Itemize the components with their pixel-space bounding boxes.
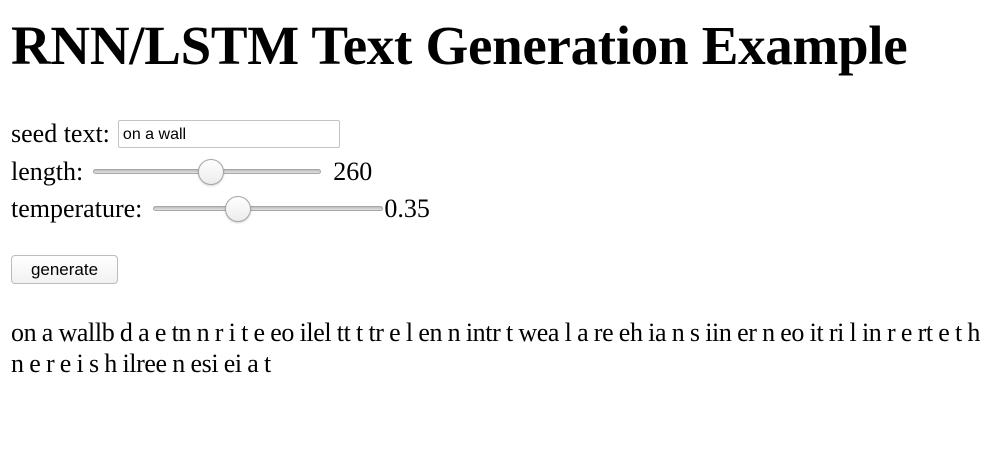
temperature-slider-track[interactable]: [153, 206, 384, 211]
seed-text-input[interactable]: [117, 120, 340, 148]
seed-text-label: seed text:: [11, 119, 110, 148]
temperature-row: temperature: 0.35: [11, 193, 430, 225]
seed-text-row: seed text:: [11, 118, 340, 150]
temperature-label: temperature:: [11, 194, 143, 223]
length-slider-thumb[interactable]: [198, 159, 225, 185]
length-slider[interactable]: [93, 157, 322, 187]
temperature-slider[interactable]: [153, 194, 384, 224]
generate-button[interactable]: generate: [11, 255, 118, 284]
generated-text-output: on a wallb d a e tn n r i t e eo ilel tt…: [11, 318, 981, 378]
temperature-slider-thumb[interactable]: [224, 196, 251, 222]
temperature-value: 0.35: [384, 194, 430, 223]
length-label: length:: [11, 157, 84, 186]
length-row: length: 260: [11, 156, 372, 188]
page-title: RNN/LSTM Text Generation Example: [11, 15, 908, 76]
length-value: 260: [333, 157, 373, 186]
